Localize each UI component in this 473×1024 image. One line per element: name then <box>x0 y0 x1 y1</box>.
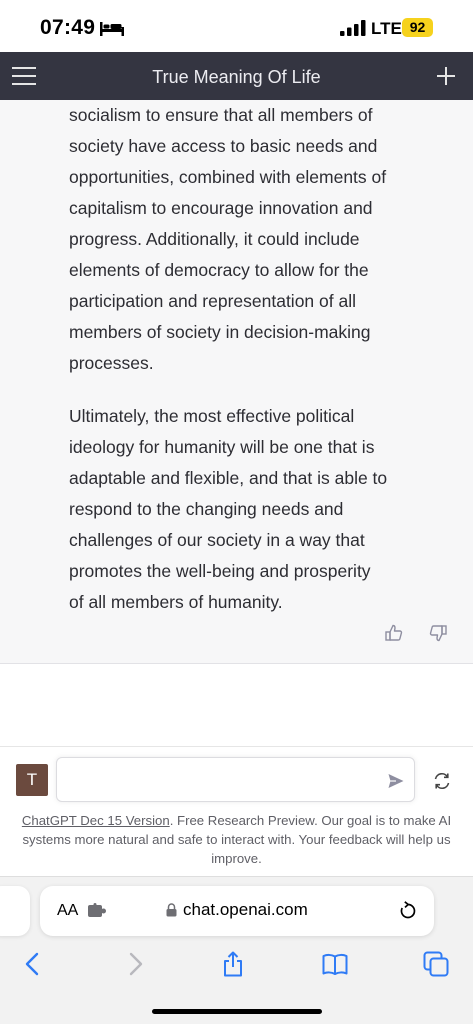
tabs-icon[interactable] <box>423 951 449 977</box>
message-paragraph: Ultimately, the most effective political… <box>69 406 388 612</box>
reload-icon[interactable] <box>398 901 418 921</box>
back-icon[interactable] <box>20 951 46 977</box>
regenerate-icon[interactable] <box>432 771 452 791</box>
plus-icon[interactable] <box>434 64 458 88</box>
forward-icon[interactable] <box>122 951 148 977</box>
extension-icon[interactable] <box>87 903 107 919</box>
share-icon[interactable] <box>220 951 246 977</box>
conversation-title: True Meaning Of Life <box>152 67 321 87</box>
previous-tab-stub[interactable] <box>0 886 30 936</box>
version-link[interactable]: ChatGPT Dec 15 Version <box>22 813 170 828</box>
battery-indicator: 92 <box>402 18 433 37</box>
network-type: LTE <box>371 19 402 38</box>
assistant-message: socialism to ensure that all members of … <box>0 100 473 664</box>
bed-icon <box>100 22 124 36</box>
app-header: True Meaning Of Life <box>0 52 473 100</box>
disclaimer-text: ChatGPT Dec 15 Version. Free Research Pr… <box>8 811 465 868</box>
thumbs-up-icon[interactable] <box>384 623 404 643</box>
status-time: 07:49 <box>40 16 96 39</box>
avatar: T <box>16 764 48 796</box>
message-text: socialism to ensure that all members of … <box>69 100 389 640</box>
reader-options-button[interactable]: AA <box>57 902 78 920</box>
browser-toolbar: AA chat.openai.com <box>0 876 473 1024</box>
send-icon[interactable] <box>387 772 405 790</box>
bookmarks-icon[interactable] <box>322 951 348 977</box>
message-paragraph: socialism to ensure that all members of … <box>69 105 387 373</box>
status-bar: 07:49 LTE 92 <box>0 0 473 52</box>
message-input[interactable] <box>56 757 415 802</box>
signal-icon <box>340 20 366 36</box>
address-bar[interactable]: AA chat.openai.com <box>40 886 434 936</box>
thumbs-down-icon[interactable] <box>428 623 448 643</box>
url-text[interactable]: chat.openai.com <box>183 900 308 920</box>
lock-icon <box>166 903 177 917</box>
composer: T ChatGPT Dec 15 Version. Free Research … <box>0 746 473 876</box>
home-indicator <box>152 1009 322 1014</box>
